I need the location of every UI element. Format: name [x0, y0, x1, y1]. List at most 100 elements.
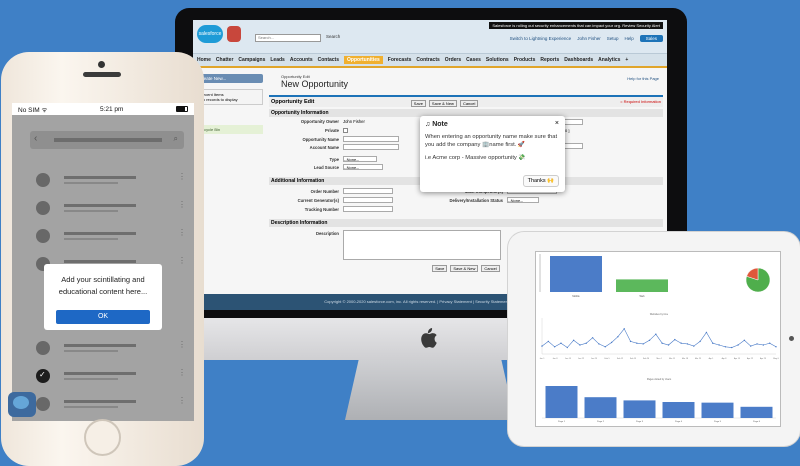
save-button-bottom[interactable]: Save: [432, 265, 448, 272]
user-menu[interactable]: John Fisher: [577, 36, 601, 41]
item-title-placeholder: [64, 176, 136, 179]
more-options-icon[interactable]: ⋮: [178, 201, 186, 209]
more-options-icon[interactable]: ⋮: [178, 341, 186, 349]
recent-items-empty: No records to display: [200, 97, 238, 102]
setup-link[interactable]: Setup: [607, 36, 619, 41]
item-subtitle-placeholder: [64, 210, 118, 212]
list-item[interactable]: ⋮: [36, 229, 186, 243]
line-point: [743, 339, 746, 342]
iphone: No SIM ᯤ 5:21 pm ‹ ⌕ ⋮⋮⋮⋮⋮✓⋮⋮⋮ Add your …: [1, 52, 204, 466]
tab-contacts[interactable]: Contacts: [318, 57, 339, 63]
tick-label: Mobile: [572, 295, 580, 298]
more-options-icon[interactable]: ⋮: [178, 257, 186, 265]
cancel-button[interactable]: Cancel: [459, 100, 479, 107]
label-delivery-status: Delivery/Installation Status: [449, 198, 503, 203]
list-item[interactable]: ⋮: [36, 201, 186, 215]
delivery-status-select[interactable]: --None--: [507, 197, 539, 203]
label-private: Private: [325, 128, 339, 133]
check-icon: ✓: [36, 369, 50, 383]
tick-label: Jan 15: [565, 358, 572, 360]
more-options-icon[interactable]: ⋮: [178, 173, 186, 181]
tab-campaigns[interactable]: Campaigns: [238, 57, 265, 63]
create-new-button[interactable]: Create New...: [197, 74, 263, 83]
label-owner: Opportunity Owner: [300, 119, 339, 124]
save-new-button[interactable]: Save & New: [428, 100, 457, 107]
back-arrow-icon[interactable]: ‹: [34, 133, 37, 144]
line-point: [636, 342, 638, 344]
label-current-generators: Current Generator(s): [297, 198, 339, 203]
list-item[interactable]: ✓ ⋮: [36, 369, 186, 383]
bar-web: [616, 279, 668, 292]
tab-accounts[interactable]: Accounts: [290, 57, 313, 63]
cancel-button-bottom[interactable]: Cancel: [481, 265, 500, 272]
type-select[interactable]: --None--: [343, 156, 377, 162]
imac-stand: [345, 360, 515, 420]
app-switcher-button[interactable]: Sales: [639, 35, 663, 42]
tab-chatter[interactable]: Chatter: [216, 57, 234, 63]
bar-page-1: [545, 386, 578, 418]
chat-widget-icon[interactable]: [8, 392, 36, 417]
tab-reports[interactable]: Reports: [540, 57, 559, 63]
search-icon[interactable]: ⌕: [174, 134, 178, 144]
line-point: [648, 339, 651, 342]
line-point: [572, 339, 575, 342]
tab-analytics[interactable]: Analytics: [598, 57, 620, 63]
more-options-icon[interactable]: ⋮: [178, 369, 186, 377]
switch-lightning-link[interactable]: Switch to Lightning Experience: [510, 36, 572, 41]
bar-page-2: [584, 397, 617, 418]
label-tracking-number: Tracking Number: [304, 207, 339, 212]
tab-dashboards[interactable]: Dashboards: [564, 57, 593, 63]
thanks-button[interactable]: Thanks 🙌: [522, 175, 559, 187]
save-new-button-bottom[interactable]: Save & New: [450, 265, 479, 272]
private-checkbox[interactable]: [343, 128, 348, 133]
current-generators-input[interactable]: [343, 197, 393, 203]
label-description: Description: [315, 231, 339, 236]
tracking-number-input[interactable]: [343, 206, 393, 212]
recycle-bin-link[interactable]: Recycle Bin: [197, 125, 263, 134]
tab-products[interactable]: Products: [514, 57, 536, 63]
close-icon[interactable]: ×: [555, 120, 559, 127]
save-button[interactable]: Save: [410, 100, 426, 107]
tab-contracts[interactable]: Contracts: [416, 57, 439, 63]
tab-opportunities[interactable]: Opportunities: [344, 56, 383, 64]
security-banner[interactable]: Salesforce is rolling out security enhan…: [489, 22, 663, 29]
help-link[interactable]: Help: [624, 36, 633, 41]
tab-leads[interactable]: Leads: [270, 57, 284, 63]
line-point: [699, 340, 701, 343]
item-title-placeholder: [64, 344, 136, 347]
list-item[interactable]: ⋮: [36, 173, 186, 187]
more-options-icon[interactable]: ⋮: [178, 229, 186, 237]
tab-orders[interactable]: Orders: [445, 57, 461, 63]
list-item[interactable]: ⋮: [36, 341, 186, 355]
list-item[interactable]: ⋮: [36, 397, 186, 411]
account-name-input[interactable]: [343, 144, 399, 150]
tick-label: Jan 29: [591, 358, 598, 360]
lead-source-select[interactable]: --None--: [343, 164, 383, 170]
line-point: [610, 341, 613, 344]
ok-button[interactable]: OK: [56, 310, 150, 324]
line-point: [642, 343, 644, 345]
item-title-placeholder: [64, 204, 136, 207]
search-bar[interactable]: ‹ ⌕: [30, 131, 184, 149]
tick-label: Jan 1: [540, 358, 546, 360]
tab--plus[interactable]: +: [625, 57, 628, 63]
recent-items: Recent Items No records to display: [197, 89, 263, 105]
tab-cases[interactable]: Cases: [466, 57, 481, 63]
more-options-icon[interactable]: ⋮: [178, 397, 186, 405]
home-button[interactable]: [84, 419, 121, 456]
description-textarea[interactable]: [343, 230, 501, 260]
search-button[interactable]: Search: [326, 34, 340, 39]
search-input[interactable]: Search...: [255, 34, 321, 42]
salesforce-header: salesforce Search... Search Salesforce i…: [193, 20, 667, 54]
help-page-link[interactable]: Help for this Page: [627, 76, 659, 81]
tab-solutions[interactable]: Solutions: [486, 57, 509, 63]
note-body: When entering an opportunity name make s…: [425, 134, 558, 149]
note-example: i.e Acme corp - Massive opportunity 💸: [425, 155, 526, 162]
ipad-home-button[interactable]: [789, 336, 794, 341]
tab-forecasts[interactable]: Forecasts: [388, 57, 412, 63]
opportunity-name-input[interactable]: [343, 136, 399, 142]
tab-home[interactable]: Home: [197, 57, 211, 63]
line-point: [585, 342, 587, 344]
order-number-input[interactable]: [343, 188, 393, 194]
avatar-icon: [36, 201, 50, 215]
